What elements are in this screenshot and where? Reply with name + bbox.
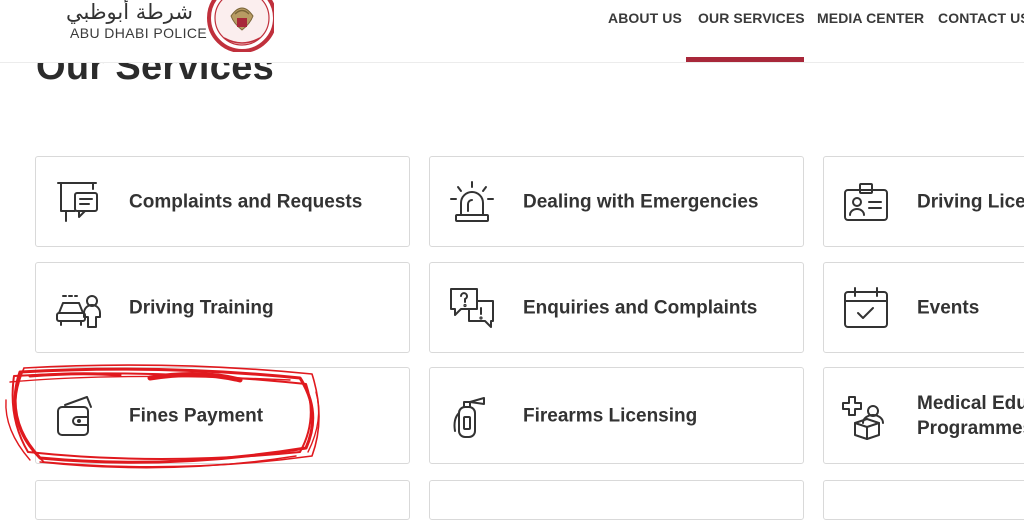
service-label: Driving Training — [129, 297, 274, 318]
active-nav-indicator — [686, 57, 804, 62]
id-card-icon — [841, 177, 891, 227]
police-emblem-icon[interactable] — [204, 0, 277, 53]
nav-contact-us[interactable]: CONTACT US — [938, 10, 1024, 26]
service-card-partial[interactable] — [823, 480, 1024, 520]
medical-box-icon — [841, 391, 891, 441]
service-card-partial[interactable] — [35, 480, 410, 520]
nav-our-services[interactable]: OUR SERVICES — [698, 10, 805, 26]
service-label: Driving Licen — [917, 191, 1024, 212]
nav-about-us[interactable]: ABOUT US — [608, 10, 682, 26]
service-card-firearms-licensing[interactable]: Firearms Licensing — [429, 367, 804, 464]
fire-extinguisher-icon — [447, 391, 497, 441]
logo-arabic-text: شرطة أبوظبي — [66, 0, 193, 24]
calendar-check-icon — [841, 283, 891, 333]
service-label: Firearms Licensing — [523, 405, 698, 426]
logo-english-text: ABU DHABI POLICE — [70, 25, 208, 41]
service-card-fines-payment[interactable]: Fines Payment — [35, 367, 410, 464]
service-card-medical-education[interactable]: Medical Edu Programmes — [823, 367, 1024, 464]
service-label: Dealing with Emergencies — [523, 191, 759, 212]
nav-media-center[interactable]: MEDIA CENTER — [817, 10, 924, 26]
service-label: Enquiries and Complaints — [523, 297, 758, 318]
service-card-partial[interactable] — [429, 480, 804, 520]
service-card-driving-licence[interactable]: Driving Licen — [823, 156, 1024, 247]
car-driver-icon — [53, 283, 103, 333]
service-card-dealing-emergencies[interactable]: Dealing with Emergencies — [429, 156, 804, 247]
siren-icon — [447, 177, 497, 227]
site-header: شرطة أبوظبي ABU DHABI POLICE ABOUT US OU… — [0, 0, 1024, 63]
service-card-events[interactable]: Events — [823, 262, 1024, 353]
service-label: Fines Payment — [129, 405, 264, 426]
service-card-enquiries-complaints[interactable]: Enquiries and Complaints — [429, 262, 804, 353]
question-chat-icon — [447, 283, 497, 333]
service-label: Events — [917, 297, 980, 318]
service-label: Medical Edu Programmes — [917, 392, 1024, 439]
service-label: Complaints and Requests — [129, 191, 363, 212]
wallet-icon — [53, 391, 103, 441]
service-card-driving-training[interactable]: Driving Training — [35, 262, 410, 353]
presentation-board-icon — [53, 177, 103, 227]
service-card-complaints-requests[interactable]: Complaints and Requests — [35, 156, 410, 247]
